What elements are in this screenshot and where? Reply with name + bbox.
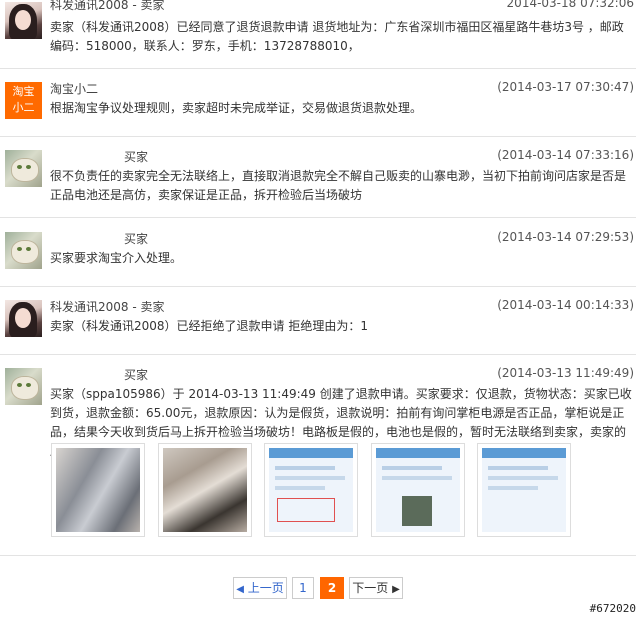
evidence-thumbnail[interactable] <box>477 443 571 537</box>
entry-body: 买家要求淘宝介入处理。 <box>50 251 183 265</box>
evidence-thumbnail[interactable] <box>264 443 358 537</box>
divider <box>0 136 636 137</box>
divider <box>0 217 636 218</box>
next-page-label: 下一页 <box>352 581 389 595</box>
prev-page-button[interactable]: ◀ 上一页 <box>233 577 287 599</box>
entry-author: 买家 <box>124 368 149 382</box>
buyer-avatar <box>5 232 42 269</box>
entry-body: 卖家（科发通讯2008）已经拒绝了退款申请 拒绝理由为：1 <box>50 319 368 333</box>
divider <box>0 555 636 556</box>
divider <box>0 354 636 355</box>
entry-date: (2014-03-14 07:33:16) <box>497 148 634 162</box>
entry-author: 买家 <box>124 232 149 246</box>
page-1-button[interactable]: 1 <box>292 577 314 599</box>
entry-author: 科发通讯2008 - 卖家 <box>50 300 165 314</box>
entry-date: (2014-03-14 00:14:33) <box>497 298 634 312</box>
evidence-thumbnail[interactable] <box>371 443 465 537</box>
divider <box>0 68 636 69</box>
seller-avatar <box>5 2 42 39</box>
entry-date: 2014-03-18 07:32:06 <box>506 0 634 10</box>
prev-page-label: 上一页 <box>247 581 284 595</box>
entry-author: 淘宝小二 <box>50 82 99 96</box>
entry-author: 买家 <box>124 150 149 164</box>
evidence-thumbnail[interactable] <box>158 443 252 537</box>
entry-date: (2014-03-14 07:29:53) <box>497 230 634 244</box>
entry-author: 科发通讯2008 - 卖家 <box>50 0 165 12</box>
buyer-avatar <box>5 150 42 187</box>
entry-body: 卖家（科发通讯2008）已经同意了退货退款申请 退货地址为：广东省深圳市福田区福… <box>50 20 624 53</box>
entry-body: 根据淘宝争议处理规则，卖家超时未完成举证，交易做退货退款处理。 <box>50 101 423 115</box>
buyer-avatar <box>5 368 42 405</box>
next-page-button[interactable]: 下一页 ▶ <box>349 577 403 599</box>
watermark: #672020 <box>589 602 636 615</box>
divider <box>0 286 636 287</box>
evidence-thumbnail[interactable] <box>51 443 145 537</box>
page-2-button[interactable]: 2 <box>320 577 344 599</box>
entry-date: (2014-03-17 07:30:47) <box>497 80 634 94</box>
entry-date: (2014-03-13 11:49:49) <box>497 366 634 380</box>
seller-avatar <box>5 300 42 337</box>
entry-body: 很不负责任的卖家完全无法联络上，直接取消退款完全不解自己贩卖的山寨电渺，当初下拍… <box>50 169 627 202</box>
chevron-left-icon: ◀ <box>236 584 244 595</box>
taobao-xiaoer-avatar: 淘宝 小二 <box>5 82 42 119</box>
chevron-right-icon: ▶ <box>392 584 400 595</box>
